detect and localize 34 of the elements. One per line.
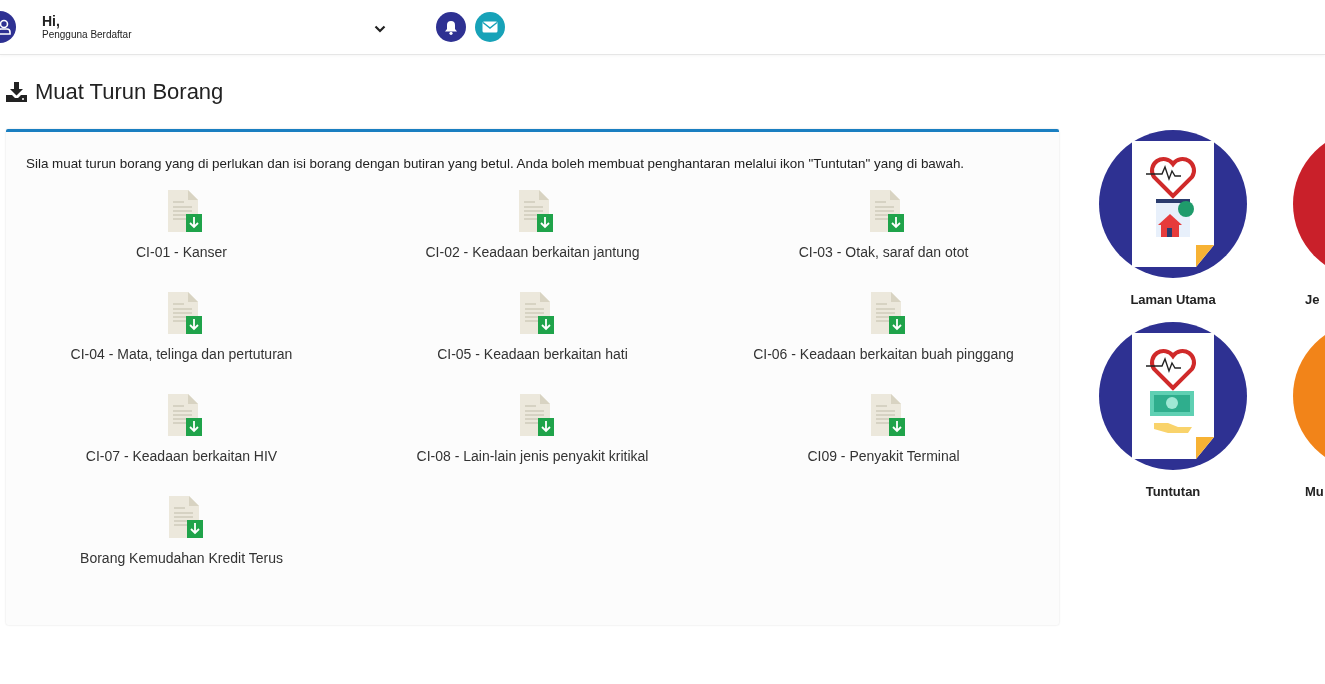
file-download-icon xyxy=(166,292,203,334)
form-download-link[interactable]: CI-06 - Keadaan berkaitan buah pinggang xyxy=(753,292,1014,376)
form-download-link[interactable]: Borang Kemudahan Kredit Terus xyxy=(80,496,283,580)
file-download-icon xyxy=(166,190,203,232)
file-download-icon xyxy=(517,292,554,334)
notification-bell-button[interactable] xyxy=(436,12,466,42)
mail-button[interactable] xyxy=(475,12,505,42)
menu-tile-label[interactable]: Tuntutan xyxy=(1145,484,1201,500)
file-download-icon xyxy=(166,394,203,436)
file-download-icon xyxy=(517,394,554,436)
file-download-icon xyxy=(868,190,905,232)
file-download-icon xyxy=(868,394,905,436)
form-download-link[interactable]: CI-08 - Lain-lain jenis penyakit kritikal xyxy=(416,394,649,478)
instruction-text: Sila muat turun borang yang di perlukan dan isi borang dengan butiran yang betul. Anda boleh membuat penghantaran melalui ikon "Tuntutan" yang di bawah. xyxy=(26,155,966,173)
menu-tile-label[interactable]: Je xyxy=(1305,292,1320,308)
form-download-link[interactable]: CI-03 - Otak, saraf dan otot xyxy=(798,190,969,274)
file-download-icon xyxy=(868,292,905,334)
envelope-icon xyxy=(482,21,498,33)
file-download-icon xyxy=(517,190,554,232)
form-download-link[interactable]: CI-04 - Mata, telinga dan pertuturan xyxy=(70,292,293,376)
greeting-text: Hi, xyxy=(42,13,60,29)
bell-icon xyxy=(444,19,458,35)
user-role-text: Pengguna Berdaftar xyxy=(42,29,132,41)
chevron-down-icon[interactable] xyxy=(374,25,386,33)
form-download-link[interactable]: CI-05 - Keadaan berkaitan hati xyxy=(437,292,628,376)
form-download-link[interactable]: CI-02 - Keadaan berkaitan jantung xyxy=(425,190,640,274)
menu-tile-label[interactable]: Mu xyxy=(1305,484,1324,500)
page-title: Muat Turun Borang xyxy=(35,79,224,105)
menu-tile-label[interactable]: Laman Utama xyxy=(1130,292,1216,308)
form-download-link[interactable]: CI09 - Penyakit Terminal xyxy=(807,394,960,478)
download-icon xyxy=(6,82,27,102)
form-download-link[interactable]: CI-07 - Keadaan berkaitan HIV xyxy=(85,394,278,478)
file-download-icon xyxy=(166,496,203,538)
form-download-link[interactable]: CI-01 - Kanser xyxy=(135,190,227,274)
